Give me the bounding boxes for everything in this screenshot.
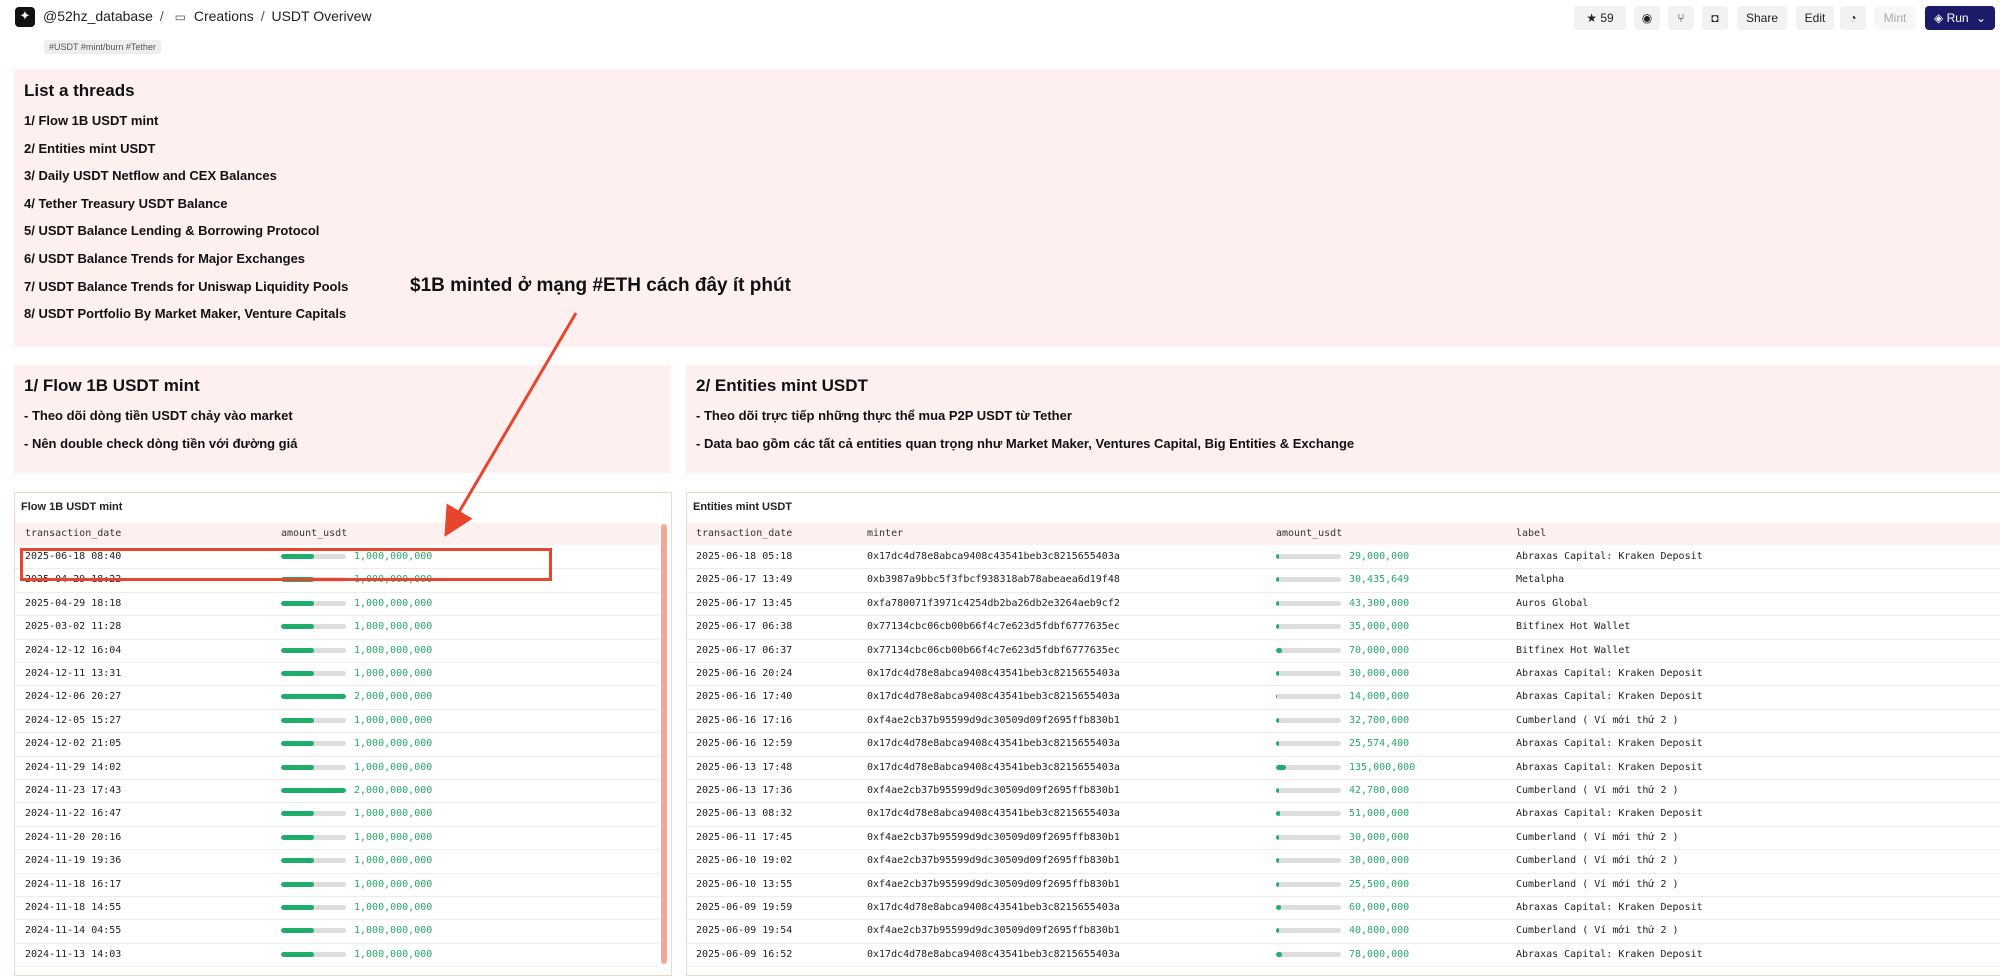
- annotation-arrow: [444, 312, 578, 537]
